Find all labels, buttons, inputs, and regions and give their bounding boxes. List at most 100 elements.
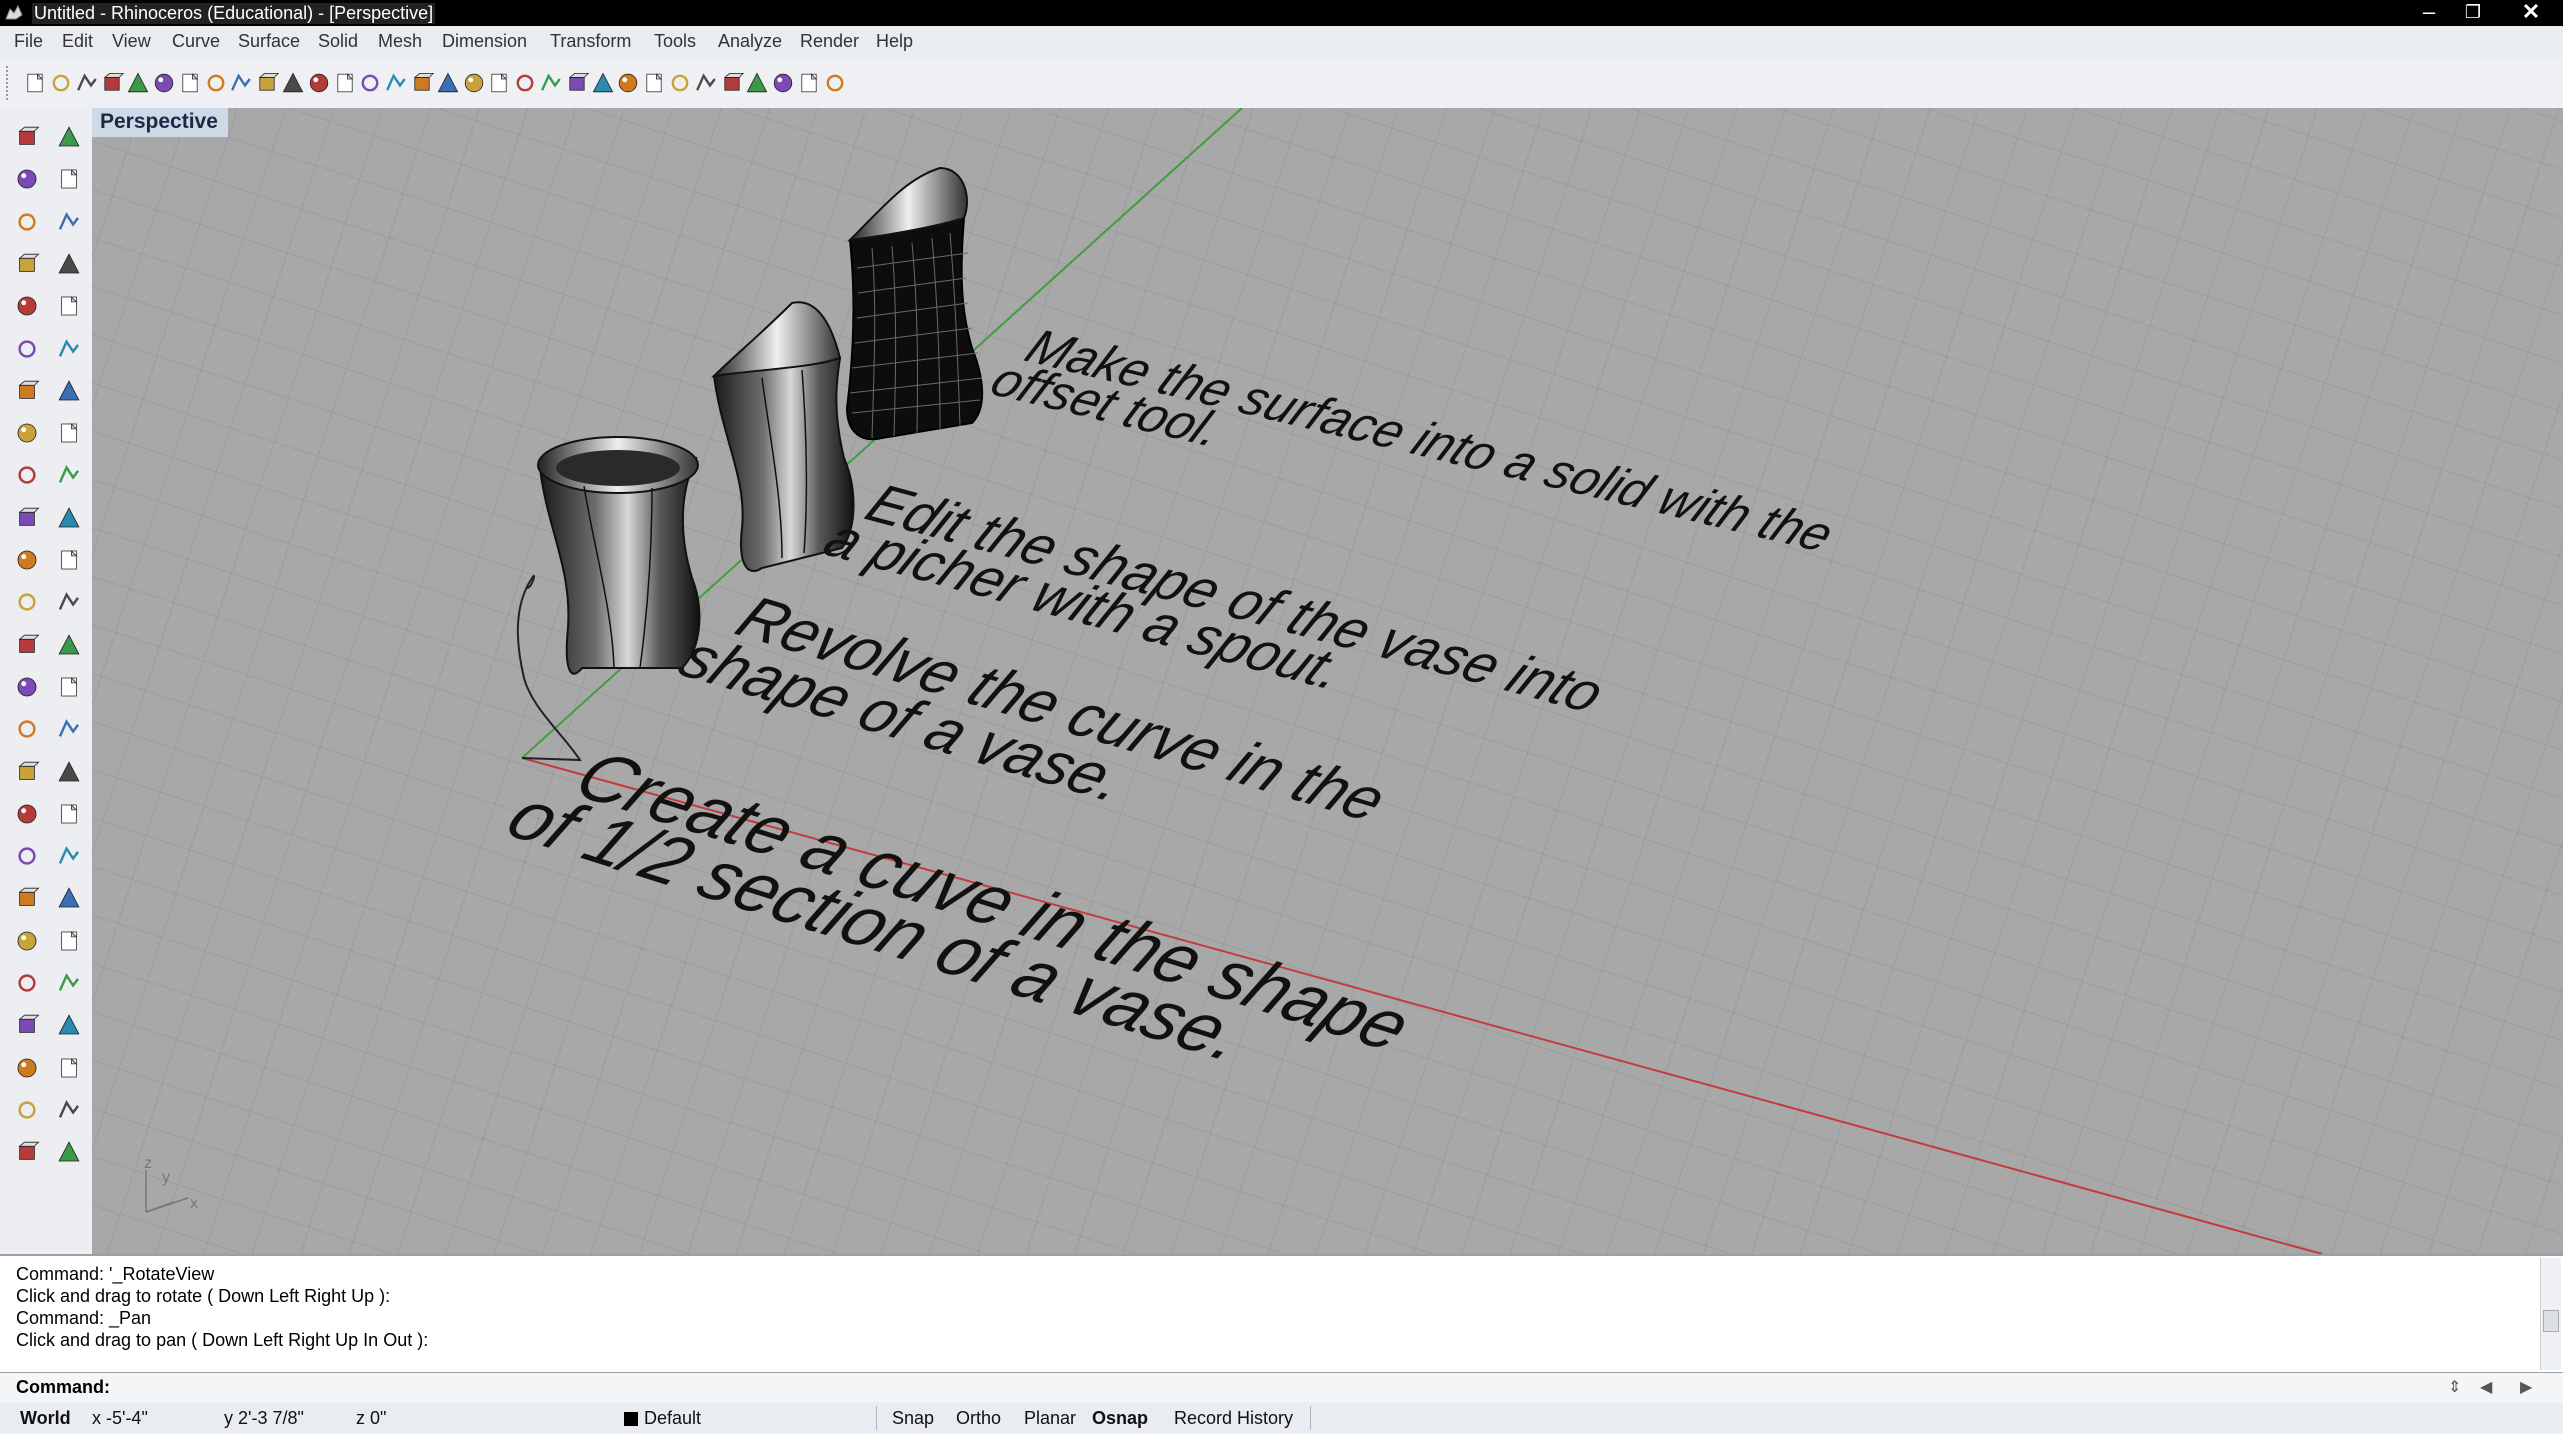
menu-mesh[interactable]: Mesh [378, 31, 422, 52]
text-icon[interactable] [13, 631, 41, 659]
light-bulb-icon[interactable] [563, 69, 590, 96]
ghosted-icon[interactable] [486, 69, 513, 96]
plane-surface-icon[interactable] [55, 419, 83, 447]
grid-snap-icon[interactable] [795, 69, 822, 96]
join-icon[interactable] [13, 546, 41, 574]
points-icon[interactable] [537, 69, 564, 96]
rail-revolve-icon[interactable] [55, 1138, 83, 1166]
loft-icon[interactable] [55, 335, 83, 363]
ellipse-icon[interactable] [55, 208, 83, 236]
blend-curve-icon[interactable] [55, 588, 83, 616]
offset-curve-icon[interactable] [13, 588, 41, 616]
edit-point-icon[interactable] [55, 673, 83, 701]
arc-gear-icon[interactable] [13, 292, 41, 320]
car-render-icon[interactable] [460, 69, 487, 96]
extend-icon[interactable] [55, 504, 83, 532]
menu-analyze[interactable]: Analyze [718, 31, 782, 52]
four-viewports-icon[interactable] [434, 69, 461, 96]
record-history-toggle[interactable]: Record History [1174, 1408, 1293, 1429]
trim-icon[interactable] [13, 504, 41, 532]
pan-hand-icon[interactable] [254, 69, 281, 96]
right-view-icon[interactable] [13, 800, 41, 828]
grid-off-icon[interactable] [55, 969, 83, 997]
vase-revolved[interactable] [537, 436, 701, 675]
undo-view-icon[interactable] [408, 69, 435, 96]
toolbar-grip[interactable] [6, 66, 12, 100]
pan-view-icon[interactable] [55, 927, 83, 955]
points-grid-icon[interactable] [13, 1011, 41, 1039]
rectangle-icon[interactable] [55, 250, 83, 278]
solid-box-icon[interactable] [13, 715, 41, 743]
menu-solid[interactable]: Solid [318, 31, 358, 52]
menu-transform[interactable]: Transform [550, 31, 631, 52]
zoom-view-icon[interactable] [13, 927, 41, 955]
bottom-view-icon[interactable] [13, 884, 41, 912]
menu-edit[interactable]: Edit [62, 31, 93, 52]
zoom-icon[interactable] [305, 69, 332, 96]
copy-icon[interactable] [176, 69, 203, 96]
box-icon[interactable] [13, 377, 41, 405]
help-icon[interactable] [821, 69, 848, 96]
split-icon[interactable] [55, 461, 83, 489]
sweep-solid-icon[interactable] [55, 1096, 83, 1124]
minimize-icon[interactable]: – [2412, 0, 2446, 26]
menu-file[interactable]: File [14, 31, 43, 52]
layer-color-icon[interactable] [615, 69, 642, 96]
command-input[interactable] [112, 1376, 2416, 1400]
planar-toggle[interactable]: Planar [1024, 1408, 1076, 1429]
group-icon[interactable] [55, 546, 83, 574]
close-viewport-icon[interactable] [13, 1054, 41, 1082]
open-icon[interactable] [47, 69, 74, 96]
perspective-view-icon[interactable] [55, 800, 83, 828]
restore-icon[interactable]: ❐ [2456, 0, 2490, 26]
print-icon[interactable] [99, 69, 126, 96]
menu-help[interactable]: Help [876, 31, 913, 52]
options-gear-icon[interactable] [770, 69, 797, 96]
ortho-toggle[interactable]: Ortho [956, 1408, 1001, 1429]
spin-arrows-icon[interactable]: ⇕ [2448, 1377, 2461, 1397]
menu-render[interactable]: Render [800, 31, 859, 52]
named-view-icon[interactable] [55, 884, 83, 912]
undo-icon[interactable] [228, 69, 255, 96]
snap-toggle[interactable]: Snap [892, 1408, 934, 1429]
select-arrow-icon[interactable] [13, 123, 41, 151]
osnap-toggle[interactable]: Osnap [1092, 1408, 1148, 1429]
polyline-icon[interactable] [13, 165, 41, 193]
front-view-icon[interactable] [55, 758, 83, 786]
current-layer[interactable]: Default [644, 1408, 701, 1429]
export-icon[interactable] [125, 69, 152, 96]
maximize-viewport-icon[interactable] [55, 1054, 83, 1082]
hatch-icon[interactable] [55, 715, 83, 743]
scene-canvas[interactable]: Make the surface into a solid with the o… [92, 108, 2563, 1254]
zoom-window-icon[interactable] [331, 69, 358, 96]
cut-icon[interactable] [150, 69, 177, 96]
lock-icon[interactable] [589, 69, 616, 96]
paste-icon[interactable] [202, 69, 229, 96]
circle-icon[interactable] [13, 208, 41, 236]
point-icon[interactable] [55, 123, 83, 151]
explode-icon[interactable] [13, 461, 41, 489]
dimension-icon[interactable] [55, 631, 83, 659]
fillet-curve-icon[interactable] [55, 292, 83, 320]
left-view-icon[interactable] [55, 842, 83, 870]
cylinder-icon[interactable] [13, 419, 41, 447]
viewport-title-tab[interactable]: Perspective [92, 108, 228, 137]
sphere-wireframe-icon[interactable] [666, 69, 693, 96]
array-icon[interactable] [13, 673, 41, 701]
rotate-solid-icon[interactable] [13, 1096, 41, 1124]
save-icon[interactable] [73, 69, 100, 96]
close-icon[interactable]: ✕ [2514, 0, 2548, 26]
perspective-viewport[interactable]: Make the surface into a solid with the o… [92, 108, 2563, 1254]
circle-point-icon[interactable] [512, 69, 539, 96]
render-sphere-icon[interactable] [718, 69, 745, 96]
zoom-extents-icon[interactable] [357, 69, 384, 96]
curve-control-points-icon[interactable] [55, 165, 83, 193]
zoom-selected-icon[interactable] [383, 69, 410, 96]
polygon-icon[interactable] [13, 250, 41, 278]
new-icon[interactable] [21, 69, 48, 96]
boolean-union-icon[interactable] [55, 377, 83, 405]
scroll-right-icon[interactable]: ▶ [2520, 1377, 2532, 1397]
color-wheel-icon[interactable] [641, 69, 668, 96]
menu-curve[interactable]: Curve [172, 31, 220, 52]
menu-dimension[interactable]: Dimension [442, 31, 527, 52]
